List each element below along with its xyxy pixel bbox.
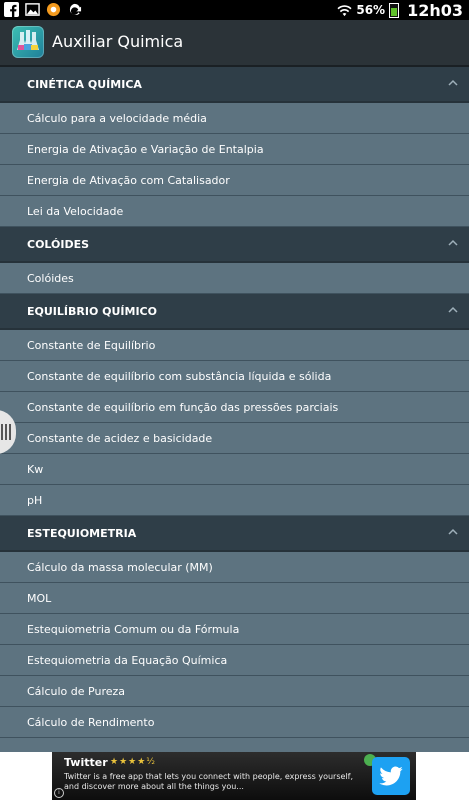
battery-icon (389, 2, 400, 18)
list-item-label: Constante de equilíbrio em função das pr… (27, 401, 339, 414)
handle-grip-icon (9, 424, 11, 440)
app-title: Auxiliar Quimica (52, 32, 184, 51)
list-item[interactable]: MOL (0, 583, 469, 614)
ad-info-icon[interactable]: i (54, 788, 64, 798)
ad-banner[interactable]: Twitter ★★★★½ Twitter is a free app that… (52, 752, 416, 800)
clock: 12h03 (407, 0, 463, 20)
gallery-icon (25, 2, 40, 17)
section-header-equilibrio-quimico[interactable]: EQUILÍBRIO QUÍMICO (0, 294, 469, 330)
list-item-label: Energia de Ativação com Catalisador (27, 174, 230, 187)
list-item-label: Constante de equilíbrio com substância l… (27, 370, 332, 383)
list-item[interactable]: Kw (0, 454, 469, 485)
ad-container: Twitter ★★★★½ Twitter is a free app that… (0, 752, 469, 800)
action-bar: Auxiliar Quimica (0, 20, 469, 67)
list-item[interactable]: Estequiometria Comum ou da Fórmula (0, 614, 469, 645)
handle-grip-icon (5, 424, 7, 440)
list-item[interactable]: Estequiometria da Equação Química (0, 645, 469, 676)
app-icon[interactable] (12, 26, 44, 58)
battery-percent: 56% (356, 3, 386, 17)
list-item-label: Constante de Equilíbrio (27, 339, 156, 352)
list-item-label: Colóides (27, 272, 74, 285)
list-item[interactable]: Cálculo para a velocidade média (0, 103, 469, 134)
chevron-up-icon (448, 79, 458, 86)
ad-rating: ★★★★½ (110, 757, 156, 767)
list-item-label: Cálculo da massa molecular (MM) (27, 561, 213, 574)
list-item-label: Cálculo de Rendimento (27, 716, 155, 729)
list-item[interactable]: Energia de Ativação com Catalisador (0, 165, 469, 196)
chevron-up-icon (448, 306, 458, 313)
status-bar: 56% 12h03 (0, 0, 469, 20)
handle-grip-icon (1, 424, 3, 440)
list-item[interactable]: Cálculo da massa molecular (MM) (0, 552, 469, 583)
sync-icon (67, 2, 82, 17)
section-title: CINÉTICA QUÍMICA (27, 78, 142, 91)
list-item-label: Cálculo de Pureza (27, 685, 126, 698)
section-title: EQUILÍBRIO QUÍMICO (27, 305, 157, 318)
wifi-icon (337, 3, 352, 18)
list-item-label: Constante de acidez e basicidade (27, 432, 213, 445)
chevron-up-icon (448, 239, 458, 246)
section-header-estequiometria[interactable]: ESTEQUIOMETRIA (0, 516, 469, 552)
chevron-up-icon (448, 528, 458, 535)
list-item-label: pH (27, 494, 43, 507)
notification-icons (4, 2, 82, 18)
topic-list: CINÉTICA QUÍMICA Cálculo para a velocida… (0, 67, 469, 738)
list-item[interactable]: Constante de equilíbrio com substância l… (0, 361, 469, 392)
list-item-label: Estequiometria da Equação Química (27, 654, 228, 667)
status-right: 56% 12h03 (337, 0, 463, 20)
list-item-label: Estequiometria Comum ou da Fórmula (27, 623, 240, 636)
list-item[interactable]: Constante de acidez e basicidade (0, 423, 469, 454)
section-header-cinetica-quimica[interactable]: CINÉTICA QUÍMICA (0, 67, 469, 103)
list-item-label: Energia de Ativação e Variação de Entalp… (27, 143, 264, 156)
list-item[interactable]: Cálculo de Pureza (0, 676, 469, 707)
ad-title: Twitter (64, 756, 108, 769)
list-item-label: Kw (27, 463, 44, 476)
notification-app-icon (46, 2, 61, 17)
list-item[interactable]: Cálculo de Rendimento (0, 707, 469, 738)
list-item[interactable]: pH (0, 485, 469, 516)
list-item[interactable]: Constante de equilíbrio em função das pr… (0, 392, 469, 423)
ad-description: Twitter is a free app that lets you conn… (64, 772, 353, 791)
section-title: ESTEQUIOMETRIA (27, 527, 137, 540)
section-header-coloides[interactable]: COLÓIDES (0, 227, 469, 263)
section-title: COLÓIDES (27, 238, 90, 251)
list-item[interactable]: Energia de Ativação e Variação de Entalp… (0, 134, 469, 165)
list-item[interactable]: Constante de Equilíbrio (0, 330, 469, 361)
list-item-label: Lei da Velocidade (27, 205, 124, 218)
list-item[interactable]: Colóides (0, 263, 469, 294)
list-item-label: Cálculo para a velocidade média (27, 112, 207, 125)
twitter-bird-icon (372, 757, 410, 795)
list-item[interactable]: Lei da Velocidade (0, 196, 469, 227)
list-item-label: MOL (27, 592, 52, 605)
facebook-icon (4, 2, 19, 17)
